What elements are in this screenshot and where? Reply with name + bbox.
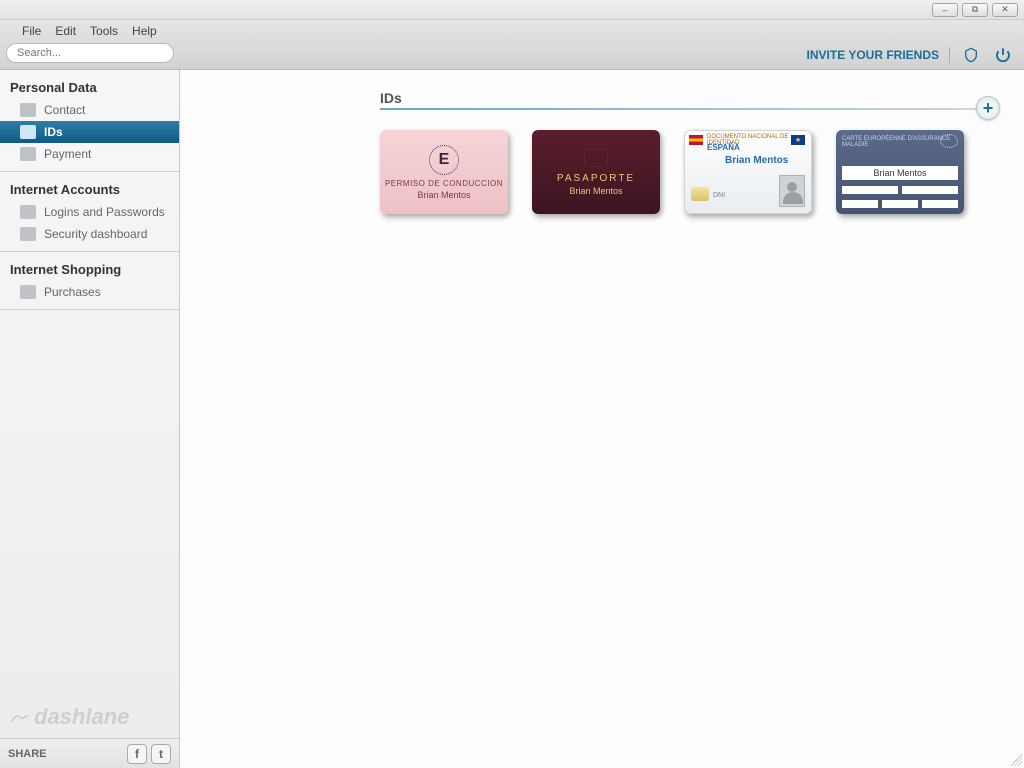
payment-icon: [20, 147, 36, 161]
page-title: IDs: [380, 90, 994, 108]
header-right-tools: INVITE YOUR FRIENDS: [807, 44, 1014, 66]
shield-icon[interactable]: [960, 44, 982, 66]
eu-stars-icon: [940, 134, 958, 148]
sidebar-item-label: IDs: [44, 125, 63, 139]
card-holder-name: Brian Mentos: [417, 190, 470, 200]
card-holder-name: Brian Mentos: [725, 155, 788, 166]
sidebar-item-label: Security dashboard: [44, 227, 147, 241]
bag-icon: [20, 285, 36, 299]
sidebar-item-ids[interactable]: IDs: [0, 121, 179, 143]
chip-icon: [691, 187, 709, 201]
page-header: IDs +: [380, 90, 994, 110]
card-holder-name: Brian Mentos: [569, 186, 622, 196]
shield-icon: [20, 227, 36, 241]
sidebar-item-payment[interactable]: Payment: [0, 143, 179, 165]
sidebar-item-label: Payment: [44, 147, 91, 161]
main-content: IDs + E PERMISO DE CONDUCCION Brian Ment…: [180, 70, 1024, 768]
sidebar-item-label: Purchases: [44, 285, 101, 299]
id-card-icon: [20, 125, 36, 139]
card-type-label: PERMISO DE CONDUCCION: [385, 179, 503, 188]
sidebar-section-internet-shopping: Internet Shopping: [0, 252, 179, 281]
card-country-label: ESPAÑA: [707, 143, 740, 152]
id-card-passport[interactable]: PASAPORTE Brian Mentos: [532, 130, 660, 214]
sidebar-item-label: Logins and Passwords: [44, 205, 165, 219]
divider: [949, 47, 950, 63]
share-bar: SHARE f t: [0, 738, 179, 768]
dni-label: DNI: [713, 192, 725, 199]
menu-bar: File Edit Tools Help: [10, 22, 169, 40]
share-facebook-button[interactable]: f: [127, 744, 147, 764]
sidebar-item-security-dashboard[interactable]: Security dashboard: [0, 223, 179, 245]
eu-badge-icon: ★: [791, 135, 805, 145]
window-resize-grip[interactable]: [1010, 754, 1022, 766]
lock-icon: [20, 205, 36, 219]
invite-friends-link[interactable]: INVITE YOUR FRIENDS: [807, 48, 939, 62]
menu-file[interactable]: File: [22, 24, 41, 38]
sidebar-item-contact[interactable]: Contact: [0, 99, 179, 121]
id-photo-placeholder: [779, 175, 805, 207]
eu-emblem-icon: E: [429, 145, 459, 175]
add-id-button[interactable]: +: [976, 96, 1000, 120]
crest-icon: [584, 149, 608, 167]
id-cards-grid: E PERMISO DE CONDUCCION Brian Mentos PAS…: [380, 130, 994, 214]
window-minimize-button[interactable]: –: [932, 3, 958, 17]
share-label: SHARE: [8, 748, 47, 760]
card-field-rows: [842, 200, 958, 208]
id-card-social-security[interactable]: CARTE EUROPÉENNE D'ASSURANCE MALADIE Bri…: [836, 130, 964, 214]
sidebar: Personal Data Contact IDs Payment Intern…: [0, 70, 180, 768]
sidebar-item-purchases[interactable]: Purchases: [0, 281, 179, 303]
id-card-national-id[interactable]: DOCUMENTO NACIONAL DE IDENTIDAD ★ ESPAÑA…: [684, 130, 812, 214]
window-close-button[interactable]: ✕: [992, 3, 1018, 17]
sidebar-item-label: Contact: [44, 103, 85, 117]
sidebar-section-personal-data: Personal Data: [0, 70, 179, 99]
menu-help[interactable]: Help: [132, 24, 157, 38]
menu-edit[interactable]: Edit: [55, 24, 76, 38]
sidebar-item-logins[interactable]: Logins and Passwords: [0, 201, 179, 223]
power-icon[interactable]: [992, 44, 1014, 66]
page-divider: +: [380, 108, 994, 110]
brand-name: dashlane: [34, 704, 129, 730]
window-titlebar: – ⧉ ✕: [0, 0, 1024, 20]
contact-icon: [20, 103, 36, 117]
deer-icon: [10, 710, 30, 724]
card-type-label: PASAPORTE: [557, 173, 635, 184]
card-field-rows: [842, 186, 958, 194]
card-holder-name: Brian Mentos: [842, 166, 958, 180]
menu-tools[interactable]: Tools: [90, 24, 118, 38]
sidebar-section-internet-accounts: Internet Accounts: [0, 172, 179, 201]
brand-logo: dashlane: [0, 704, 179, 738]
search-input[interactable]: [6, 43, 174, 63]
top-toolbar: File Edit Tools Help INVITE YOUR FRIENDS: [0, 20, 1024, 70]
spain-flag-icon: [689, 135, 703, 145]
id-card-driver-license[interactable]: E PERMISO DE CONDUCCION Brian Mentos: [380, 130, 508, 214]
window-maximize-button[interactable]: ⧉: [962, 3, 988, 17]
share-twitter-button[interactable]: t: [151, 744, 171, 764]
